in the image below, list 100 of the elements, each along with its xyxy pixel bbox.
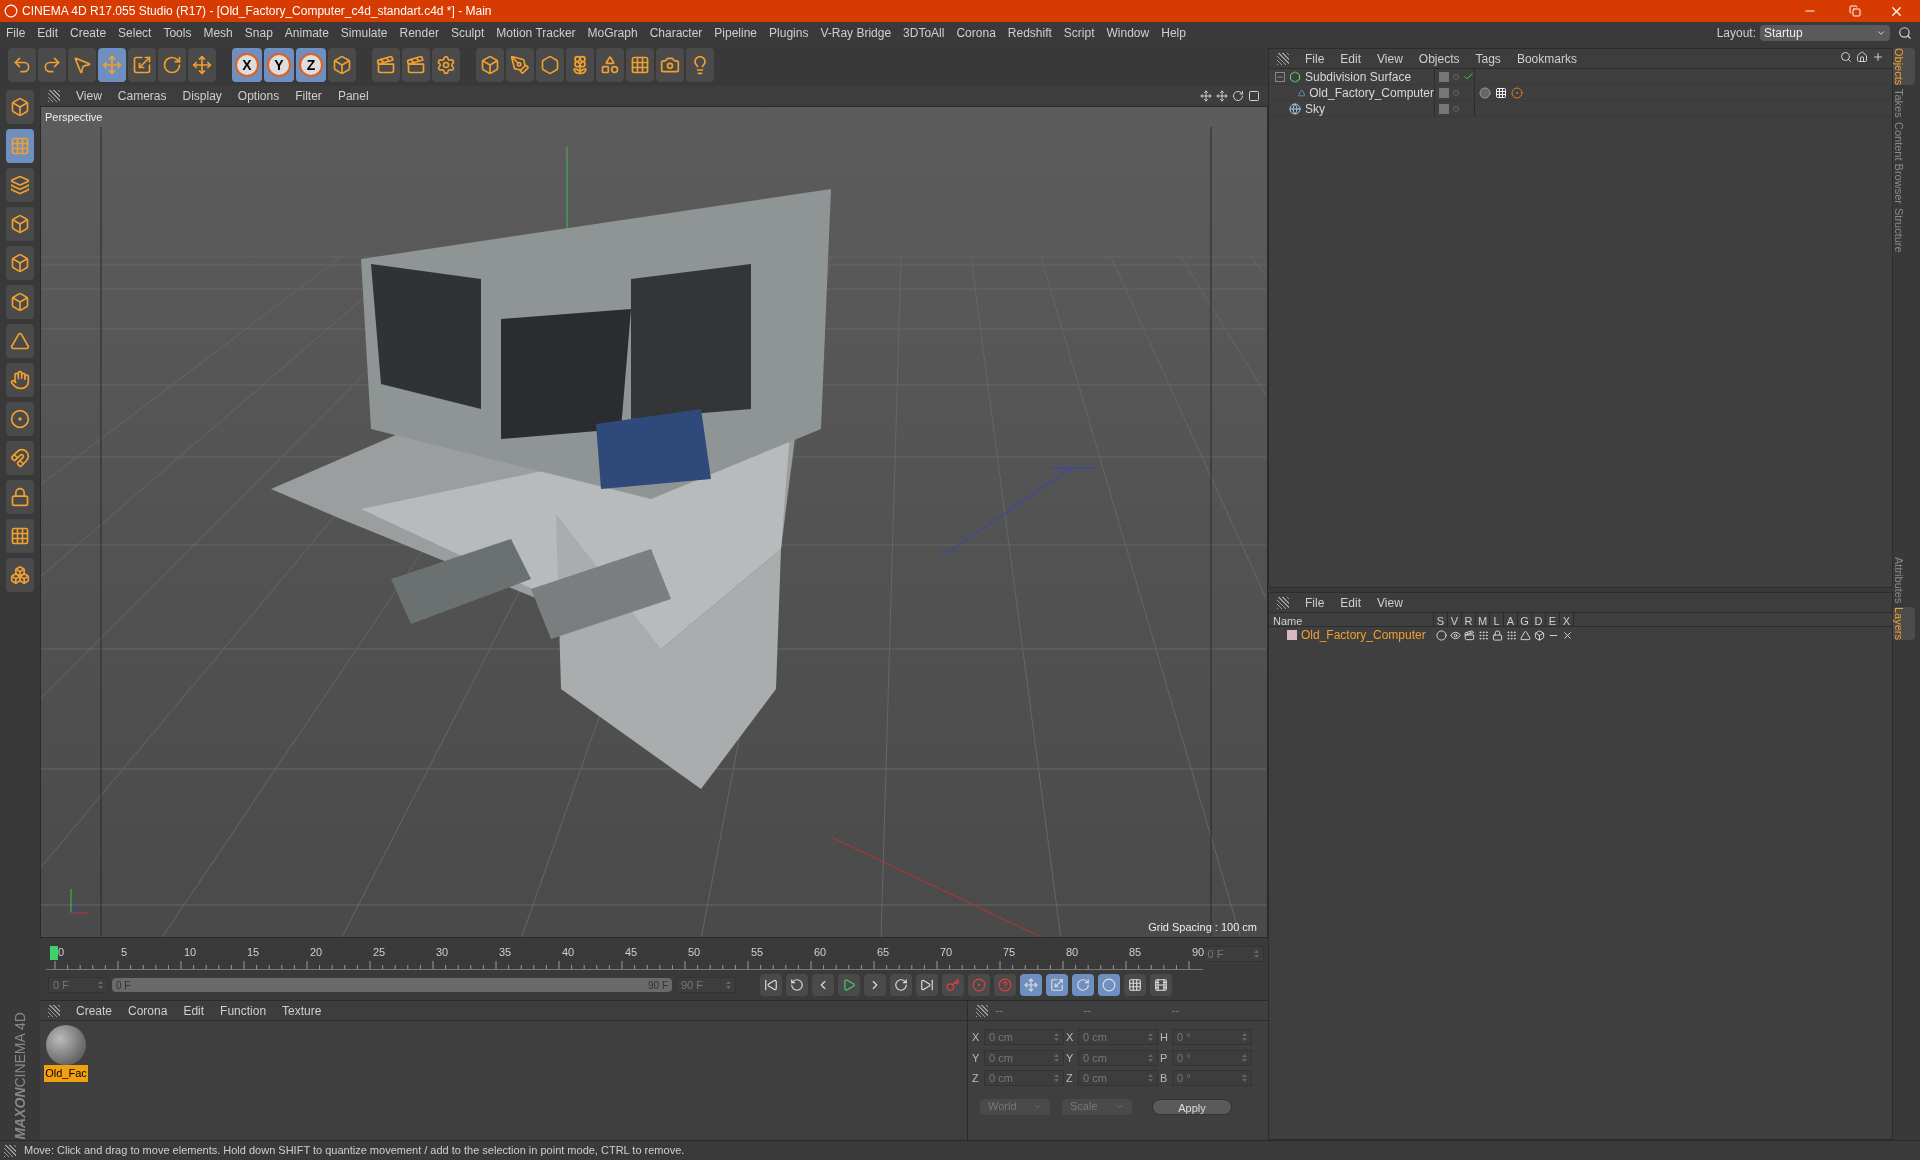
visible-icon[interactable] [1450,629,1461,641]
toggle-view-icon[interactable] [1248,90,1260,102]
model-mode-button[interactable] [6,90,34,124]
collapse-icon[interactable] [1275,71,1285,82]
subdivision-button[interactable] [536,48,564,82]
points-mode-button[interactable] [6,207,34,241]
go-to-start-button[interactable] [760,974,782,996]
panel-menu-item[interactable]: Corona [120,1001,176,1020]
menu-item[interactable]: Sculpt [444,24,491,42]
autokey-button[interactable] [968,974,990,996]
pen-button[interactable] [506,48,534,82]
render-settings-button[interactable] [432,48,460,82]
cloner-button[interactable] [566,48,594,82]
coordinate-system-button[interactable] [328,48,356,82]
render-picture-button[interactable] [402,48,430,82]
step-back-button[interactable] [812,974,834,996]
scale-button[interactable] [128,48,156,82]
visibility-dot-icon[interactable] [1453,105,1459,112]
column-header[interactable]: V [1448,613,1462,626]
timeline-button[interactable] [1150,974,1172,996]
menu-item[interactable]: Script [1057,24,1101,42]
polygons-mode-button[interactable] [6,285,34,319]
point-level-button[interactable] [1124,974,1146,996]
undo-button[interactable] [8,48,36,82]
column-header[interactable]: X [1560,613,1574,626]
home-icon[interactable] [1856,51,1868,63]
snap-button[interactable] [6,441,34,475]
viewport[interactable]: Perspective Grid Spacing : 100 cm [40,106,1268,938]
edges-mode-button[interactable] [6,246,34,280]
column-header[interactable]: G [1518,613,1532,626]
play-button[interactable] [838,974,860,996]
rotation-key-button[interactable] [1072,974,1094,996]
position-key-button[interactable] [1020,974,1042,996]
new-view-icon[interactable] [1872,51,1884,63]
column-header[interactable]: Name [1269,613,1434,626]
generators-icon[interactable] [1520,629,1531,641]
menu-item[interactable]: Pipeline [708,24,764,42]
cube-button[interactable] [476,48,504,82]
column-header[interactable]: D [1532,613,1546,626]
deformers-icon[interactable] [1534,629,1545,641]
column-header[interactable]: R [1462,613,1476,626]
tweak-button[interactable] [6,363,34,397]
menu-item[interactable]: 3DToAll [897,24,951,42]
menu-item[interactable]: Animate [278,24,335,42]
dolly-view-icon[interactable] [1216,90,1228,102]
menu-item[interactable]: Window [1100,24,1156,42]
step-forward-button[interactable] [864,974,886,996]
panel-menu-item[interactable]: View [1369,593,1411,612]
search-icon[interactable] [1840,51,1852,63]
column-header[interactable]: L [1490,613,1504,626]
xref-icon[interactable] [1562,629,1573,641]
layer-name[interactable]: Old_Factory_Computer [1301,626,1436,644]
menu-item[interactable]: Snap [238,24,279,42]
menu-item[interactable]: Character [643,24,709,42]
menu-item[interactable]: Plugins [763,24,815,42]
rotate-button[interactable] [158,48,186,82]
column-header[interactable]: E [1546,613,1560,626]
restore-icon[interactable] [1849,5,1861,17]
scale-key-button[interactable] [1046,974,1068,996]
viewport-menu-item[interactable]: Options [229,87,288,105]
camera-button[interactable] [656,48,684,82]
column-header[interactable]: A [1504,613,1518,626]
next-key-button[interactable] [890,974,912,996]
layer-color-swatch[interactable] [1287,630,1297,640]
animation-icon[interactable] [1506,629,1517,641]
menu-item[interactable]: Tools [157,24,198,42]
menu-item[interactable]: V-Ray Bridge [814,24,898,42]
menu-item[interactable]: Create [64,24,113,42]
menu-item[interactable]: Edit [31,24,65,42]
menu-item[interactable]: File [0,24,32,42]
menu-item[interactable]: Motion Tracker [490,24,582,42]
menu-item[interactable]: Select [112,24,158,42]
viewport-menu-item[interactable]: Filter [287,87,330,105]
viewport-menu-item[interactable]: Cameras [109,87,175,105]
side-tab[interactable]: Objects [1893,48,1915,86]
light-bulb-button[interactable] [686,48,714,82]
axis-lock-button[interactable]: X [232,48,262,82]
manager-icon[interactable] [1478,629,1489,641]
panel-menu-item[interactable]: View [1369,49,1411,68]
solo-button[interactable] [6,402,34,436]
lock-grid-button[interactable] [6,480,34,514]
axis-lock-button[interactable]: Y [264,48,294,82]
previous-key-button[interactable] [786,974,808,996]
panel-menu-item[interactable]: Create [68,1001,121,1020]
floor-button[interactable] [626,48,654,82]
panel-menu-item[interactable]: Edit [175,1001,213,1020]
menu-item[interactable]: Simulate [334,24,394,42]
panel-menu-item[interactable]: Function [212,1001,275,1020]
viewport-menu-item[interactable]: Display [174,87,230,105]
material-name[interactable]: Old_Fac [44,1065,88,1082]
panel-menu-item[interactable]: Bookmarks [1508,49,1585,68]
panel-menu-item[interactable]: Edit [1332,593,1370,612]
keyframe-selection-button[interactable] [994,974,1016,996]
deformer-button[interactable] [596,48,624,82]
render-view-button[interactable] [372,48,400,82]
visibility-dot-icon[interactable] [1453,89,1459,96]
parameter-key-button[interactable] [1098,974,1120,996]
menu-item[interactable]: Render [393,24,445,42]
solo-dot-icon[interactable] [1436,629,1447,641]
panel-menu-item[interactable]: Texture [274,1001,330,1020]
